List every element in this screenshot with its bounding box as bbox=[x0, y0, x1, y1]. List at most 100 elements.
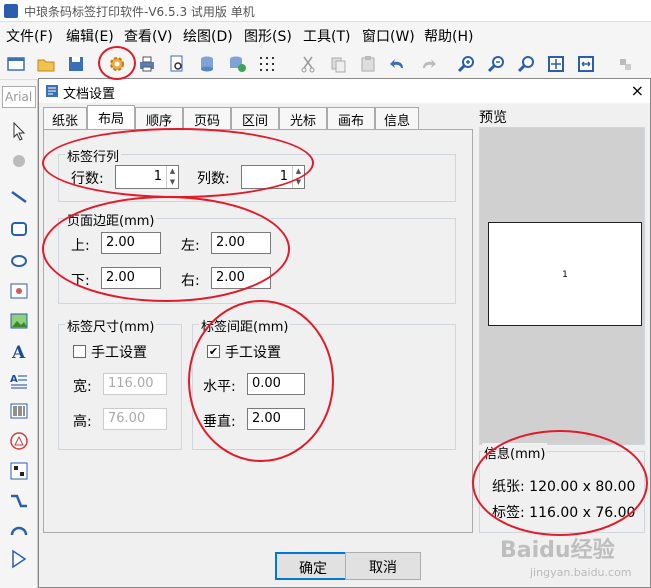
margin-top-label: 上: bbox=[71, 238, 90, 254]
app-logo-icon bbox=[4, 4, 18, 18]
margins-group: 页面边距(mm) 上: 2.00 左: 2.00 下: 2.00 右: 2.00 bbox=[58, 210, 456, 304]
label-width-field[interactable]: 116.00 bbox=[103, 373, 167, 395]
tab-canvas[interactable]: 画布 bbox=[327, 107, 375, 129]
menu-shape[interactable]: 图形(S) bbox=[244, 26, 292, 46]
undo-icon[interactable] bbox=[388, 54, 408, 74]
line-tool-icon[interactable] bbox=[8, 186, 30, 208]
polyline-tool-icon[interactable] bbox=[8, 548, 30, 570]
info-label: 信息(mm) bbox=[482, 443, 548, 462]
image-tool-icon[interactable] bbox=[8, 280, 30, 302]
zoom-actual-icon[interactable] bbox=[516, 54, 536, 74]
label-spacing-label: 标签间距(mm) bbox=[199, 316, 291, 335]
ellipse-tool-icon[interactable] bbox=[8, 250, 30, 272]
grid-icon[interactable] bbox=[257, 54, 277, 74]
tab-page-number[interactable]: 页码 bbox=[183, 107, 231, 129]
tab-layout[interactable]: 布局 bbox=[87, 105, 135, 129]
app-titlebar: 中琅条码标签打印软件-V6.5.3 试用版 单机 bbox=[0, 0, 651, 22]
redo-icon[interactable] bbox=[418, 54, 438, 74]
rows-up-icon[interactable]: ▲ bbox=[167, 166, 178, 177]
rows-label: 行数: bbox=[71, 171, 104, 187]
close-icon[interactable]: × bbox=[631, 81, 644, 100]
align-icon[interactable] bbox=[616, 54, 636, 74]
rectangle-tool-icon[interactable] bbox=[8, 218, 30, 240]
spacing-vertical-label: 垂直: bbox=[203, 414, 236, 430]
margin-bottom-label: 下: bbox=[71, 273, 90, 289]
font-name-box[interactable]: Arial bbox=[2, 86, 36, 108]
label-size-group: 标签尺寸(mm) 手工设置 宽: 116.00 高: 76.00 bbox=[58, 316, 182, 450]
cols-down-icon[interactable]: ▼ bbox=[293, 177, 304, 188]
rows-down-icon[interactable]: ▼ bbox=[167, 177, 178, 188]
copy-icon[interactable] bbox=[328, 54, 348, 74]
arc-tool-icon[interactable] bbox=[8, 518, 30, 540]
text-tool-icon[interactable]: A bbox=[8, 340, 30, 363]
menu-edit[interactable]: 编辑(E) bbox=[66, 26, 114, 46]
tab-info[interactable]: 信息 bbox=[375, 107, 419, 129]
rich-text-tool-icon[interactable]: A bbox=[8, 370, 30, 392]
toolbar bbox=[0, 48, 651, 80]
qrcode-tool-icon[interactable] bbox=[8, 460, 30, 482]
database-icon[interactable] bbox=[197, 54, 217, 74]
picture-tool-icon[interactable] bbox=[8, 310, 30, 332]
watermark-url: jingyan.baidu.com bbox=[530, 566, 632, 579]
margin-bottom-field[interactable]: 2.00 bbox=[101, 267, 161, 289]
margin-right-label: 右: bbox=[181, 273, 200, 289]
margin-right-field[interactable]: 2.00 bbox=[211, 267, 271, 289]
tab-cursor[interactable]: 光标 bbox=[279, 107, 327, 129]
info-label-size: 标签: 116.00 x 76.00 bbox=[492, 505, 636, 521]
select-pointer-icon[interactable] bbox=[8, 120, 30, 142]
menubar: 文件(F) 编辑(E) 查看(V) 绘图(D) 图形(S) 工具(T) 窗口(W… bbox=[0, 22, 651, 48]
cut-icon[interactable] bbox=[298, 54, 318, 74]
zoom-out-icon[interactable] bbox=[486, 54, 506, 74]
cols-stepper[interactable]: 1 ▲ ▼ bbox=[241, 165, 305, 189]
curve-tool-icon[interactable] bbox=[8, 490, 30, 512]
spacing-horizontal-field[interactable]: 0.00 bbox=[247, 373, 305, 395]
fit-width-icon[interactable] bbox=[576, 54, 596, 74]
pan-hand-icon[interactable] bbox=[8, 150, 30, 172]
paste-icon[interactable] bbox=[358, 54, 378, 74]
margin-left-label: 左: bbox=[181, 238, 200, 254]
label-size-manual-label: 手工设置 bbox=[91, 345, 147, 361]
shape-tool-icon[interactable] bbox=[8, 430, 30, 452]
tab-paper[interactable]: 纸张 bbox=[43, 107, 87, 129]
fit-page-icon[interactable] bbox=[546, 54, 566, 74]
label-size-label: 标签尺寸(mm) bbox=[65, 316, 157, 335]
ok-button[interactable]: 确定 bbox=[275, 552, 351, 580]
layout-panel: 标签行列 行数: 1 ▲ ▼ 列数: 1 ▲ ▼ 页面边距(mm) 上: 2.00 … bbox=[43, 129, 473, 533]
preview-area: 1 bbox=[479, 127, 645, 445]
preview-label: 预览 bbox=[479, 110, 507, 126]
svg-text:A: A bbox=[11, 343, 26, 362]
label-size-manual-checkbox[interactable] bbox=[73, 345, 86, 358]
label-height-label: 高: bbox=[73, 414, 92, 430]
spacing-manual-checkbox[interactable]: ✔ bbox=[207, 345, 220, 358]
watermark-logo: Baidu经验 bbox=[500, 538, 615, 563]
print-icon[interactable] bbox=[137, 54, 157, 74]
dialog-titlebar: 文档设置 × bbox=[39, 79, 650, 103]
margin-top-field[interactable]: 2.00 bbox=[101, 232, 161, 254]
cancel-button[interactable]: 取消 bbox=[345, 552, 421, 580]
database-settings-icon[interactable] bbox=[227, 54, 247, 74]
dialog-icon bbox=[46, 85, 58, 97]
tab-range[interactable]: 区间 bbox=[231, 107, 279, 129]
spacing-manual-label: 手工设置 bbox=[225, 345, 281, 361]
open-folder-icon[interactable] bbox=[36, 54, 56, 74]
menu-tools[interactable]: 工具(T) bbox=[303, 26, 350, 46]
menu-help[interactable]: 帮助(H) bbox=[424, 26, 473, 46]
print-preview-icon[interactable] bbox=[167, 54, 187, 74]
menu-view[interactable]: 查看(V) bbox=[124, 26, 173, 46]
label-height-field[interactable]: 76.00 bbox=[103, 408, 167, 430]
save-icon[interactable] bbox=[66, 54, 86, 74]
preview-page: 1 bbox=[488, 222, 642, 326]
barcode-tool-icon[interactable] bbox=[8, 400, 30, 422]
zoom-in-icon[interactable] bbox=[456, 54, 476, 74]
svg-text:A: A bbox=[10, 374, 18, 385]
menu-window[interactable]: 窗口(W) bbox=[362, 26, 415, 46]
menu-file[interactable]: 文件(F) bbox=[6, 26, 53, 46]
spacing-vertical-field[interactable]: 2.00 bbox=[247, 408, 305, 430]
new-window-icon[interactable] bbox=[6, 54, 26, 74]
document-settings-gear-icon[interactable] bbox=[107, 54, 127, 74]
tab-order[interactable]: 顺序 bbox=[135, 107, 183, 129]
margin-left-field[interactable]: 2.00 bbox=[211, 232, 271, 254]
menu-draw[interactable]: 绘图(D) bbox=[183, 26, 233, 46]
rows-stepper[interactable]: 1 ▲ ▼ bbox=[115, 165, 179, 189]
cols-up-icon[interactable]: ▲ bbox=[293, 166, 304, 177]
